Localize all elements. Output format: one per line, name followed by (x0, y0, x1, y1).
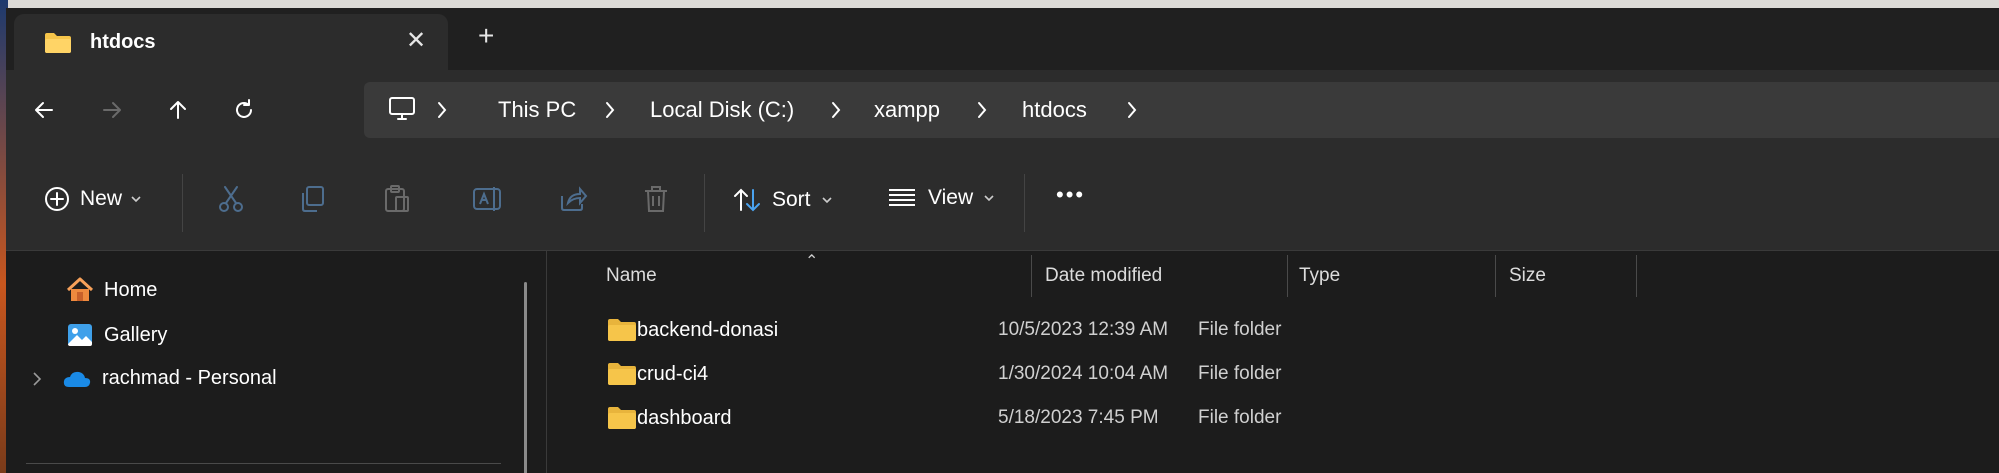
paste-icon[interactable] (382, 184, 412, 219)
rename-icon[interactable] (472, 184, 504, 219)
toolbar-separator (1024, 174, 1025, 232)
table-row[interactable]: crud-ci4 1/30/2024 10:04 AM File folder (571, 353, 1971, 397)
view-label: View (928, 186, 974, 209)
chevron-down-icon (130, 195, 142, 203)
chevron-right-icon[interactable] (436, 100, 448, 125)
breadcrumb-xampp[interactable]: xampp (874, 97, 940, 123)
address-bar[interactable]: This PC Local Disk (C:) xampp htdocs (364, 82, 1999, 138)
folder-icon (44, 32, 72, 59)
column-divider[interactable] (1495, 255, 1496, 297)
arrow-up-icon[interactable] (158, 90, 198, 130)
file-name: crud-ci4 (637, 363, 709, 385)
tab-strip: htdocs ✕ + (6, 8, 1999, 70)
file-date-modified: 1/30/2024 10:04 AM (998, 363, 1169, 384)
toolbar-separator (704, 174, 705, 232)
tab-htdocs[interactable]: htdocs ✕ (14, 14, 448, 70)
chevron-right-icon[interactable] (976, 100, 988, 125)
breadcrumb-htdocs[interactable]: htdocs (1022, 97, 1087, 123)
more-options-button[interactable]: ••• (1056, 182, 1085, 208)
new-label: New (80, 187, 123, 210)
column-divider[interactable] (1636, 255, 1637, 297)
view-button[interactable]: View (888, 186, 995, 210)
sidebar-scrollbar[interactable] (524, 282, 527, 473)
gallery-icon (66, 322, 94, 348)
refresh-icon[interactable] (224, 90, 264, 130)
sort-icon (732, 186, 762, 214)
onedrive-cloud-icon (62, 369, 92, 389)
sidebar-item-label: rachmad - Personal (102, 367, 277, 389)
breadcrumb-local-disk[interactable]: Local Disk (C:) (650, 97, 794, 123)
sort-label: Sort (772, 188, 811, 211)
file-type: File folder (1198, 407, 1282, 428)
view-list-icon (888, 188, 916, 208)
column-header-name[interactable]: Name (606, 265, 657, 287)
toolbar-separator (182, 174, 183, 232)
chevron-right-icon[interactable] (32, 371, 42, 387)
column-divider[interactable] (1287, 255, 1288, 297)
delete-icon[interactable] (642, 184, 670, 219)
file-date-modified: 10/5/2023 12:39 AM (998, 319, 1169, 340)
column-divider[interactable] (1031, 255, 1032, 297)
navigation-pane: Home Gallery rachmad - Personal (6, 251, 546, 473)
command-bar: New Sort View ••• (6, 152, 1999, 251)
column-header-type[interactable]: Type (1299, 265, 1340, 287)
copy-icon[interactable] (298, 184, 328, 219)
sidebar-item-label: Gallery (104, 323, 168, 346)
table-row[interactable]: dashboard 5/18/2023 7:45 PM File folder (571, 397, 1971, 441)
file-name: dashboard (637, 407, 732, 429)
more-options-label: ••• (1056, 182, 1086, 207)
file-type: File folder (1198, 319, 1282, 340)
column-header-size[interactable]: Size (1509, 265, 1546, 287)
sidebar-item-label: Home (104, 278, 158, 301)
breadcrumb-this-pc[interactable]: This PC (498, 97, 576, 123)
home-icon (66, 277, 94, 303)
chevron-right-icon[interactable] (604, 100, 616, 125)
column-header-date-modified[interactable]: Date modified (1045, 265, 1162, 287)
new-button[interactable]: New (44, 186, 142, 212)
sort-button[interactable]: Sort (732, 186, 833, 214)
sidebar-divider (26, 463, 501, 464)
file-type: File folder (1198, 363, 1282, 384)
folder-icon (607, 318, 637, 347)
plus-circle-icon (44, 186, 70, 212)
folder-icon (607, 406, 637, 435)
file-name: backend-donasi (637, 319, 779, 341)
table-row[interactable]: backend-donasi 10/5/2023 12:39 AM File f… (571, 309, 1971, 353)
sidebar-item-home[interactable]: Home (66, 277, 157, 303)
file-explorer-window: htdocs ✕ + This PC Local Disk (C:) xampp… (6, 8, 1999, 473)
arrow-right-icon[interactable] (92, 90, 132, 130)
chevron-down-icon (821, 196, 833, 204)
close-icon[interactable]: ✕ (406, 26, 426, 55)
plus-icon[interactable]: + (478, 20, 494, 52)
tab-title: htdocs (90, 31, 156, 53)
chevron-down-icon (983, 194, 995, 202)
sidebar-item-gallery[interactable]: Gallery (66, 322, 167, 348)
sidebar-item-onedrive[interactable]: rachmad - Personal (32, 367, 277, 390)
computer-icon[interactable] (388, 95, 416, 128)
share-icon[interactable] (558, 184, 588, 219)
folder-icon (607, 362, 637, 391)
file-list: ⌃ Name Date modified Type Size backend-d… (547, 251, 1999, 473)
chevron-right-icon[interactable] (1126, 100, 1138, 125)
chevron-right-icon[interactable] (830, 100, 842, 125)
arrow-left-icon[interactable] (24, 90, 64, 130)
sort-ascending-caret-icon: ⌃ (805, 253, 819, 270)
navigation-bar: This PC Local Disk (C:) xampp htdocs (6, 70, 1999, 152)
cut-icon[interactable] (216, 184, 246, 219)
file-date-modified: 5/18/2023 7:45 PM (998, 407, 1159, 428)
